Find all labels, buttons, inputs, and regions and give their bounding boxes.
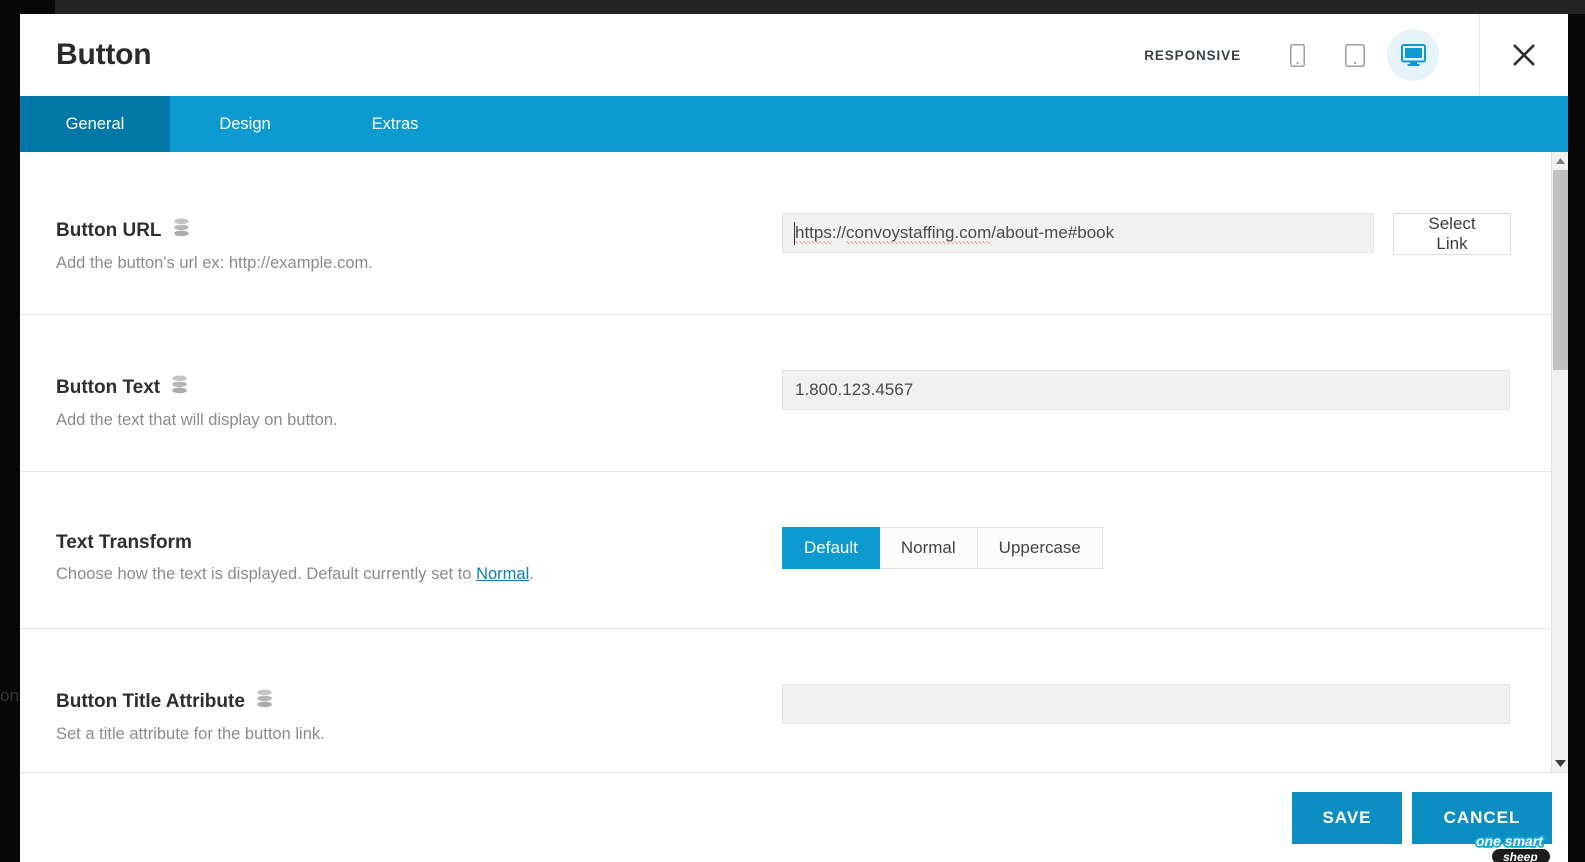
settings-rows: Button URL Add the button's url ex: http…: [20, 152, 1551, 772]
desktop-icon: [1400, 43, 1426, 67]
field-description-text-transform: Choose how the text is displayed. Defaul…: [56, 565, 782, 584]
field-label-text: Button Title Attribute: [56, 690, 245, 712]
close-button[interactable]: [1480, 14, 1568, 96]
field-info-button-url: Button URL Add the button's url ex: http…: [56, 210, 782, 273]
tab-bar: General Design Extras: [20, 96, 1568, 152]
database-icon[interactable]: [171, 375, 188, 400]
scroll-down-arrow-icon[interactable]: [1552, 755, 1568, 772]
text-transform-option-normal[interactable]: Normal: [879, 527, 978, 569]
field-row-button-url: Button URL Add the button's url ex: http…: [20, 152, 1551, 315]
close-icon: [1511, 42, 1537, 68]
tab-general[interactable]: General: [20, 96, 170, 152]
cancel-button[interactable]: CANCEL: [1412, 791, 1552, 844]
tab-extras[interactable]: Extras: [320, 96, 470, 152]
description-suffix: .: [529, 565, 534, 583]
field-row-button-text: Button Text Add the text that will displ…: [20, 315, 1551, 472]
field-label-button-title-attribute: Button Title Attribute: [56, 689, 782, 714]
field-label-text: Button URL: [56, 219, 162, 241]
svg-text:sheep: sheep: [1503, 850, 1538, 862]
vertical-scrollbar[interactable]: [1551, 152, 1568, 772]
tab-design[interactable]: Design: [170, 96, 320, 152]
field-label-button-url: Button URL: [56, 218, 782, 243]
mobile-icon: [1289, 43, 1305, 67]
field-row-text-transform: Text Transform Choose how the text is di…: [20, 472, 1551, 629]
button-text-input[interactable]: [782, 370, 1510, 410]
field-label-text: Button Text: [56, 376, 161, 398]
field-control-text-transform: Default Normal Uppercase: [782, 524, 1511, 569]
field-label-text-transform: Text Transform: [56, 532, 782, 554]
tablet-icon: [1345, 43, 1365, 67]
database-icon[interactable]: [173, 218, 190, 243]
description-prefix: Choose how the text is displayed. Defaul…: [56, 565, 477, 583]
scroll-up-arrow-icon[interactable]: [1552, 152, 1568, 169]
header-controls: RESPONSIVE: [1144, 14, 1568, 96]
text-transform-segmented-control: Default Normal Uppercase: [782, 527, 1103, 569]
modal-footer: SAVE CANCEL one smart sheep: [20, 772, 1568, 862]
text-transform-option-uppercase[interactable]: Uppercase: [977, 527, 1103, 569]
field-description-button-title-attribute: Set a title attribute for the button lin…: [56, 725, 325, 743]
button-url-input-wrap: https://convoystaffing.com/about-me#book: [782, 213, 1374, 253]
button-text-input-wrap: [782, 370, 1510, 410]
field-control-button-title-attribute: [782, 681, 1511, 724]
default-value-link[interactable]: Normal: [476, 565, 529, 583]
field-row-button-title-attribute: Button Title Attribute Set a title attri…: [20, 629, 1551, 772]
responsive-label: RESPONSIVE: [1144, 47, 1241, 63]
field-description-button-url: Add the button's url ex: http://example.…: [56, 254, 373, 272]
field-info-button-text: Button Text Add the text that will displ…: [56, 367, 782, 430]
field-control-button-url: https://convoystaffing.com/about-me#book…: [782, 210, 1511, 255]
database-icon[interactable]: [256, 689, 273, 714]
field-label-button-text: Button Text: [56, 375, 782, 400]
field-control-button-text: [782, 367, 1511, 410]
scrollbar-thumb[interactable]: [1553, 170, 1568, 370]
device-toggle-mobile[interactable]: [1271, 29, 1323, 81]
device-toggle-tablet[interactable]: [1329, 29, 1381, 81]
text-transform-option-default[interactable]: Default: [782, 527, 880, 569]
field-info-button-title-attribute: Button Title Attribute Set a title attri…: [56, 681, 782, 744]
page-title: Button: [56, 38, 152, 71]
modal-header: Button RESPONSIVE: [20, 14, 1568, 96]
field-description-button-text: Add the text that will display on button…: [56, 411, 338, 429]
admin-bar: [55, 0, 1585, 14]
field-label-text: Text Transform: [56, 532, 192, 553]
save-button[interactable]: SAVE: [1292, 791, 1402, 844]
button-url-input[interactable]: [782, 213, 1374, 253]
button-settings-modal: Button RESPONSIVE General Design Extras …: [20, 14, 1568, 862]
device-toggle-desktop[interactable]: [1387, 29, 1439, 81]
field-info-text-transform: Text Transform Choose how the text is di…: [56, 524, 782, 584]
modal-body: Button URL Add the button's url ex: http…: [20, 152, 1568, 772]
button-title-attribute-input[interactable]: [782, 684, 1510, 724]
button-title-input-wrap: [782, 684, 1510, 724]
select-link-button[interactable]: Select Link: [1393, 213, 1511, 255]
text-caret: [794, 222, 795, 245]
